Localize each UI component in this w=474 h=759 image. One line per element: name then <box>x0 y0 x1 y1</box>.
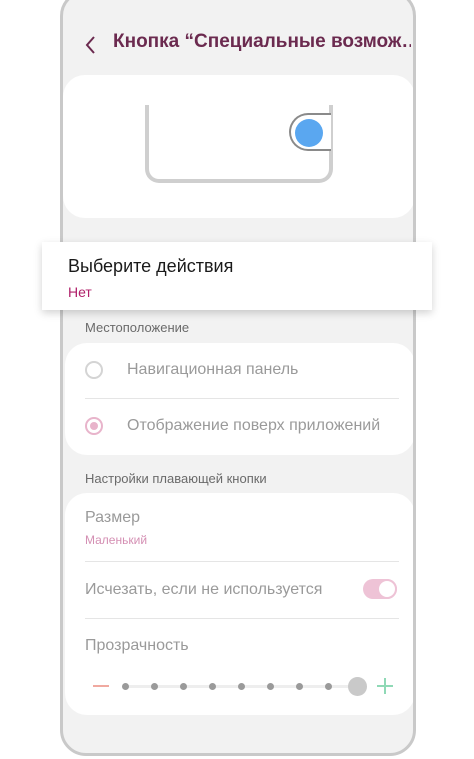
radio-label: Навигационная панель <box>127 361 299 378</box>
transparency-label: Прозрачность <box>85 637 189 654</box>
button-preview-card <box>63 75 413 218</box>
slider-tick <box>325 683 332 690</box>
select-actions-value: Нет <box>68 284 92 300</box>
slider-tick <box>209 683 216 690</box>
hide-when-unused-label: Исчезать, если не используется <box>85 581 323 598</box>
page-title: Кнопка “Специальные возмож… <box>113 31 411 52</box>
slider-tick <box>151 683 158 690</box>
accessibility-dot-icon <box>295 119 323 147</box>
radio-over-apps[interactable] <box>85 417 103 435</box>
floating-settings-card: Размер Маленький Исчезать, если не испол… <box>65 493 413 715</box>
location-card: Навигационная панель Отображение поверх … <box>65 343 413 455</box>
divider <box>85 618 399 619</box>
back-arrow-icon[interactable] <box>83 35 99 55</box>
hide-when-unused-toggle[interactable] <box>363 579 397 599</box>
location-option-over-apps[interactable]: Отображение поверх приложений <box>65 399 413 455</box>
slider-tick <box>238 683 245 690</box>
transparency-slider[interactable] <box>85 671 395 701</box>
location-section-label: Местоположение <box>85 320 190 335</box>
size-row[interactable]: Размер Маленький <box>65 493 413 561</box>
plus-icon[interactable] <box>377 678 393 694</box>
location-option-navigation-bar[interactable]: Навигационная панель <box>65 343 413 399</box>
select-actions-title: Выберите действия <box>68 256 234 276</box>
radio-label: Отображение поверх приложений <box>127 417 381 434</box>
slider-track[interactable] <box>122 677 367 696</box>
size-title: Размер <box>85 509 140 526</box>
slider-thumb[interactable] <box>348 677 367 696</box>
slider-tick <box>296 683 303 690</box>
slider-tick <box>267 683 274 690</box>
size-value: Маленький <box>85 533 148 547</box>
floating-section-label: Настройки плавающей кнопки <box>85 471 267 486</box>
slider-tick <box>180 683 187 690</box>
select-actions-row[interactable]: Выберите действия Нет <box>42 242 432 310</box>
toggle-knob <box>377 579 397 599</box>
slider-tick <box>122 683 129 690</box>
radio-navigation-bar[interactable] <box>85 361 103 379</box>
phone-frame: Кнопка “Специальные возмож… Местоположен… <box>60 0 416 756</box>
minus-icon[interactable] <box>93 685 109 687</box>
